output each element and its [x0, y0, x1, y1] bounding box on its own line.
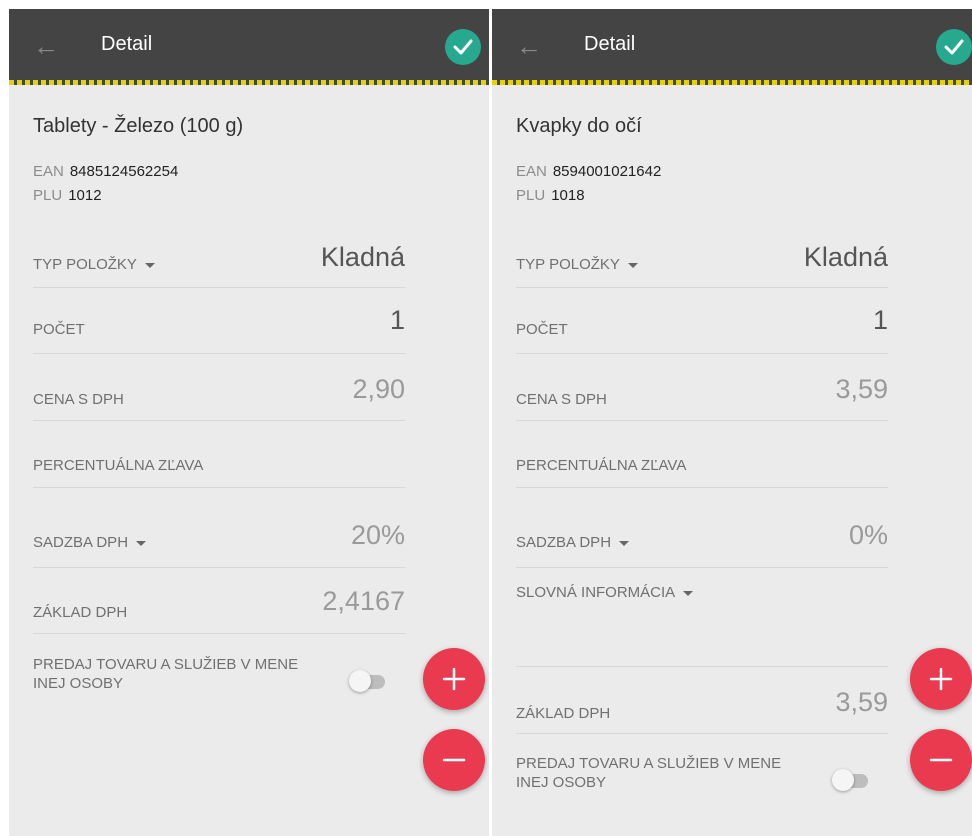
price-field[interactable]: CENA S DPH 3,59	[516, 354, 888, 421]
item-type-label: TYP POLOŽKY	[33, 256, 137, 273]
toggle-thumb	[349, 670, 371, 692]
app-bar-title: Detail	[584, 33, 636, 55]
vat-rate-label: SADZBA DPH	[33, 534, 129, 551]
price-field[interactable]: CENA S DPH 2,90	[33, 354, 405, 421]
app-bar: ← Detail	[492, 9, 972, 85]
vat-rate-value: 0%	[848, 520, 888, 550]
add-button[interactable]	[910, 648, 972, 710]
vat-rate-field[interactable]: SADZBA DPH 20%	[33, 488, 405, 568]
other-person-sale-label: PREDAJ TOVARU A SLUŽIEB V MENE INEJ OSOB…	[516, 755, 782, 791]
remove-button[interactable]	[423, 729, 485, 791]
price-value[interactable]: 2,90	[352, 374, 405, 405]
ean-value: 8485124562254	[69, 163, 179, 180]
app-bar: ← Detail	[9, 9, 489, 85]
vat-rate-value: 20%	[350, 520, 405, 550]
plus-icon	[442, 667, 466, 691]
vat-rate-field[interactable]: SADZBA DPH 0%	[516, 488, 888, 568]
item-type-value: Kladná	[803, 242, 888, 272]
accent-stripe	[9, 80, 489, 85]
vat-base-field: ZÁKLAD DPH 2,4167	[33, 568, 405, 634]
quantity-label: POČET	[33, 321, 85, 338]
check-circle-icon[interactable]	[445, 29, 481, 65]
vat-base-value: 2,4167	[322, 586, 405, 616]
accent-stripe	[492, 80, 972, 85]
other-person-sale-toggle[interactable]	[832, 769, 874, 791]
app-bar-title: Detail	[101, 33, 153, 55]
ean-row: EAN 8485124562254	[33, 163, 178, 180]
caret-down-icon	[619, 540, 630, 546]
other-person-sale-toggle[interactable]	[349, 670, 391, 692]
add-button[interactable]	[423, 648, 485, 710]
price-label: CENA S DPH	[33, 391, 124, 408]
item-type-field[interactable]: TYP POLOŽKY Kladná	[516, 230, 888, 288]
plu-label: PLU	[33, 187, 63, 204]
arrow-left-icon[interactable]: ←	[31, 31, 61, 61]
remove-button[interactable]	[910, 729, 972, 791]
price-value[interactable]: 3,59	[835, 374, 888, 405]
check-circle-icon[interactable]	[936, 29, 972, 65]
ean-label: EAN	[33, 163, 64, 180]
detail-panel-left: ← Detail Tablety - Železo (100 g) EAN 848…	[9, 9, 489, 836]
quantity-value[interactable]: 1	[873, 305, 888, 336]
discount-label: PERCENTUÁLNA ZĽAVA	[516, 457, 687, 474]
caret-down-icon	[144, 262, 155, 268]
caret-down-icon	[683, 590, 694, 596]
ean-label: EAN	[516, 163, 547, 180]
plu-row: PLU 1018	[516, 187, 585, 204]
discount-label: PERCENTUÁLNA ZĽAVA	[33, 457, 204, 474]
vat-base-label: ZÁKLAD DPH	[516, 705, 611, 722]
plus-icon	[929, 667, 953, 691]
ean-value: 8594001021642	[552, 163, 662, 180]
price-label: CENA S DPH	[516, 391, 607, 408]
minus-icon	[442, 758, 466, 762]
vat-base-field: ZÁKLAD DPH 3,59	[516, 667, 888, 734]
plu-label: PLU	[516, 187, 546, 204]
plu-value: 1018	[551, 187, 585, 204]
quantity-value[interactable]: 1	[390, 305, 405, 336]
verbal-info-label: SLOVNÁ INFORMÁCIA	[516, 584, 676, 601]
quantity-field[interactable]: POČET 1	[33, 288, 405, 354]
caret-down-icon	[627, 262, 638, 268]
item-type-label: TYP POLOŽKY	[516, 256, 620, 273]
plu-row: PLU 1012	[33, 187, 102, 204]
product-name: Kvapky do očí	[516, 115, 642, 137]
vat-rate-label: SADZBA DPH	[516, 534, 612, 551]
product-name: Tablety - Železo (100 g)	[33, 115, 244, 137]
detail-panel-right: ← Detail Kvapky do očí EAN 8594001021642 …	[492, 9, 972, 836]
ean-row: EAN 8594001021642	[516, 163, 661, 180]
item-type-field[interactable]: TYP POLOŽKY Kladná	[33, 230, 405, 288]
vat-base-value: 3,59	[835, 687, 888, 717]
arrow-left-icon[interactable]: ←	[514, 31, 544, 61]
minus-icon	[929, 758, 953, 762]
caret-down-icon	[136, 540, 147, 546]
quantity-field[interactable]: POČET 1	[516, 288, 888, 354]
other-person-sale-label: PREDAJ TOVARU A SLUŽIEB V MENE INEJ OSOB…	[33, 656, 299, 692]
plu-value: 1012	[68, 187, 102, 204]
discount-field[interactable]: PERCENTUÁLNA ZĽAVA	[33, 421, 405, 488]
discount-field[interactable]: PERCENTUÁLNA ZĽAVA	[516, 421, 888, 488]
toggle-thumb	[832, 769, 854, 791]
item-type-value: Kladná	[320, 242, 405, 272]
vat-base-label: ZÁKLAD DPH	[33, 604, 128, 621]
quantity-label: POČET	[516, 321, 568, 338]
verbal-info-field[interactable]: SLOVNÁ INFORMÁCIA	[516, 568, 888, 667]
